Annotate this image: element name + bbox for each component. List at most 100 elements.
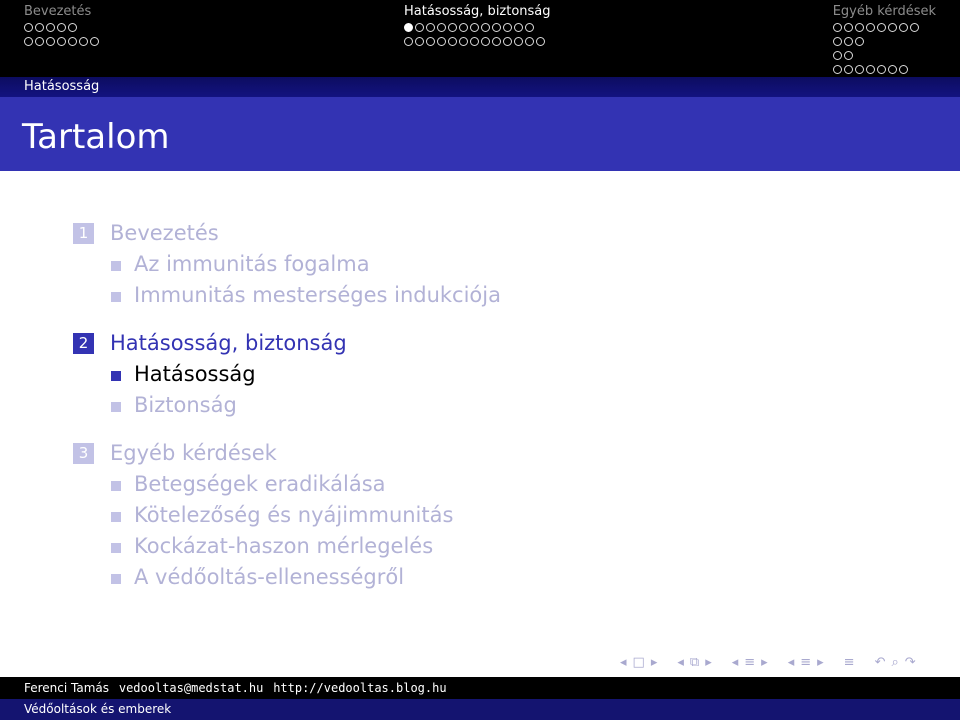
frame-dot-icon[interactable] [843, 23, 853, 32]
frame-dot-icon[interactable] [525, 37, 534, 46]
frame-dot-icon[interactable] [854, 65, 864, 74]
frame-dot-icon[interactable] [24, 23, 33, 32]
toc-subsection-row[interactable]: Biztonság [111, 389, 773, 420]
frame-dot-icon[interactable] [35, 37, 44, 46]
frame-dot-icon[interactable] [470, 23, 479, 32]
nav-section-title[interactable]: Bevezetés [24, 4, 99, 20]
frame-dot-icon[interactable] [898, 65, 908, 74]
frame-dot-icon[interactable] [448, 37, 457, 46]
frame-dot-icon[interactable] [426, 23, 435, 32]
section-title[interactable]: Hatásosság, biztonság [110, 331, 347, 355]
nav-section-title[interactable]: Hatásosság, biztonság [404, 4, 551, 20]
frame-dot-icon[interactable] [426, 37, 435, 46]
prev-section-icon[interactable]: ◂ [788, 655, 795, 670]
frame-dot-icon[interactable] [832, 51, 842, 60]
nav-section-bevezetes[interactable]: Bevezetés [24, 4, 99, 48]
frame-dot-icon[interactable] [887, 23, 897, 32]
forward-icon[interactable]: ↷ [905, 655, 916, 670]
frame-dot-icon[interactable] [481, 37, 490, 46]
footer-email[interactable]: vedooltas@medstat.hu [119, 681, 264, 695]
current-frame-dot-icon[interactable] [404, 23, 413, 32]
subsection-title[interactable]: Kockázat-haszon mérlegelés [134, 534, 433, 558]
frame-dot-icon[interactable] [503, 37, 512, 46]
toc-subsection-row[interactable]: Kötelezőség és nyájimmunitás [111, 499, 773, 530]
subsection-icon[interactable]: ≡ [744, 655, 755, 670]
toc-subsection-row[interactable]: Immunitás mesterséges indukciója [111, 279, 773, 310]
subsection-title[interactable]: A védőoltás-ellenességről [134, 565, 404, 589]
frame-dot-icon[interactable] [832, 23, 842, 32]
frame-dot-icon[interactable] [832, 37, 842, 46]
toc-section-row[interactable]: 3 Egyéb kérdések [73, 438, 773, 468]
frame-dot-icon[interactable] [876, 65, 886, 74]
section-title[interactable]: Bevezetés [110, 221, 219, 245]
next-section-icon[interactable]: ▸ [817, 655, 824, 670]
toc-section-row[interactable]: 1 Bevezetés [73, 218, 773, 248]
frame-dot-icon[interactable] [79, 37, 88, 46]
frame-dot-icon[interactable] [68, 37, 77, 46]
toc-subsection-row[interactable]: Betegségek eradikálása [111, 468, 773, 499]
frame-dot-icon[interactable] [57, 37, 66, 46]
frame-dot-icon[interactable] [24, 37, 33, 46]
frame-dot-icon[interactable] [492, 23, 501, 32]
frame-dot-icon[interactable] [865, 65, 875, 74]
frame-dot-icon[interactable] [503, 23, 512, 32]
frame-dot-icon[interactable] [415, 37, 424, 46]
frame-dot-icon[interactable] [57, 23, 66, 32]
subsection-title[interactable]: Kötelezőség és nyájimmunitás [134, 503, 453, 527]
frame-dot-icon[interactable] [854, 37, 864, 46]
frame-dot-icon[interactable] [536, 37, 545, 46]
frame-dot-icon[interactable] [90, 37, 99, 46]
frame-dot-icon[interactable] [35, 23, 44, 32]
search-icon[interactable]: ⌕ [891, 655, 898, 670]
frame-dot-icon[interactable] [68, 23, 77, 32]
toc-subsection-row-current[interactable]: Hatásosság [111, 358, 773, 389]
frame-dot-icon[interactable] [909, 23, 919, 32]
frame-dot-icon[interactable] [843, 51, 853, 60]
toc-icon[interactable]: ≡ [844, 655, 855, 670]
next-slide-icon[interactable]: ▸ [651, 655, 658, 670]
back-icon[interactable]: ↶ [875, 655, 886, 670]
frame-dot-icon[interactable] [876, 23, 886, 32]
frame-dot-icon[interactable] [898, 23, 908, 32]
frame-dot-icon[interactable] [514, 23, 523, 32]
subsection-title[interactable]: Az immunitás fogalma [134, 252, 370, 276]
toc-section-row[interactable]: 2 Hatásosság, biztonság [73, 328, 773, 358]
frame-dot-icon[interactable] [865, 23, 875, 32]
frame-dot-icon[interactable] [514, 37, 523, 46]
prev-subsection-icon[interactable]: ◂ [732, 655, 739, 670]
frame-dot-icon[interactable] [46, 23, 55, 32]
subsection-title[interactable]: Betegségek eradikálása [134, 472, 386, 496]
frame-dot-icon[interactable] [404, 37, 413, 46]
frame-dot-icon[interactable] [415, 23, 424, 32]
frame-dot-icon[interactable] [459, 23, 468, 32]
frame-dot-icon[interactable] [843, 65, 853, 74]
frame-dot-icon[interactable] [437, 23, 446, 32]
nav-section-egyeb[interactable]: Egyéb kérdések [832, 4, 936, 76]
prev-slide-icon[interactable]: ◂ [620, 655, 627, 670]
frame-dot-icon[interactable] [437, 37, 446, 46]
toc-subsection-row[interactable]: Az immunitás fogalma [111, 248, 773, 279]
slide-icon[interactable]: □ [633, 655, 645, 670]
frame-icon[interactable]: ⧉ [690, 655, 699, 670]
next-subsection-icon[interactable]: ▸ [761, 655, 768, 670]
frame-dot-icon[interactable] [46, 37, 55, 46]
subsection-title[interactable]: Biztonság [134, 393, 237, 417]
frame-dot-icon[interactable] [843, 37, 853, 46]
frame-dot-icon[interactable] [492, 37, 501, 46]
frame-dot-icon[interactable] [448, 23, 457, 32]
prev-frame-icon[interactable]: ◂ [677, 655, 684, 670]
toc-subsection-row[interactable]: A védőoltás-ellenességről [111, 561, 773, 592]
frame-dot-icon[interactable] [832, 65, 842, 74]
nav-section-title[interactable]: Egyéb kérdések [833, 4, 936, 20]
subsection-title[interactable]: Hatásosság [134, 362, 256, 386]
nav-section-hatasossag[interactable]: Hatásosság, biztonság [404, 4, 551, 48]
frame-dot-icon[interactable] [525, 23, 534, 32]
section-icon[interactable]: ≡ [800, 655, 811, 670]
frame-dot-icon[interactable] [459, 37, 468, 46]
frame-dot-icon[interactable] [854, 23, 864, 32]
subsection-title[interactable]: Immunitás mesterséges indukciója [134, 283, 501, 307]
toc-subsection-row[interactable]: Kockázat-haszon mérlegelés [111, 530, 773, 561]
frame-dot-icon[interactable] [887, 65, 897, 74]
frame-dot-icon[interactable] [470, 37, 479, 46]
next-frame-icon[interactable]: ▸ [705, 655, 712, 670]
